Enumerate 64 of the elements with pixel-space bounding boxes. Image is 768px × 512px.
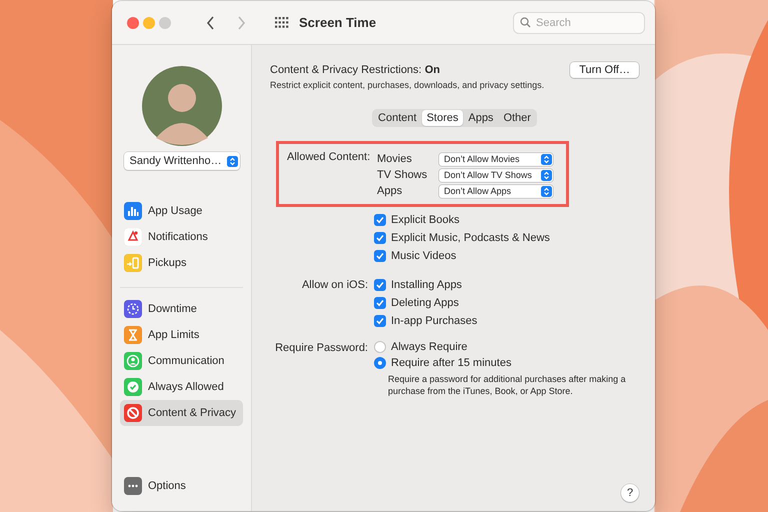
bar-chart-icon — [124, 202, 142, 220]
tab[interactable]: Other — [498, 110, 536, 126]
stepper-icon — [541, 154, 552, 164]
checkbox[interactable] — [374, 315, 386, 327]
checkbox[interactable] — [374, 214, 386, 226]
sidebar-item[interactable]: Options — [120, 473, 243, 499]
popup-menu[interactable]: Don’t Allow TV Shows — [439, 168, 553, 182]
sidebar-item[interactable]: App Usage — [120, 198, 243, 224]
sidebar-item[interactable]: Pickups — [120, 250, 243, 276]
stepper-icon — [541, 186, 552, 196]
sidebar-item[interactable]: App Limits — [120, 322, 243, 348]
chevron-right-icon — [236, 16, 246, 30]
sidebar-item[interactable]: Notifications — [120, 224, 243, 250]
grid-icon[interactable] — [275, 16, 289, 28]
bell-icon — [124, 228, 142, 246]
chevron-left-icon — [206, 16, 216, 30]
popup-menu[interactable]: Don’t Allow Movies — [439, 152, 553, 166]
phone-arrow-icon — [124, 254, 142, 272]
checkbox[interactable] — [374, 297, 386, 309]
radio-button[interactable] — [374, 341, 386, 353]
help-text: Require a password for additional purchases after making a purchase from the iTunes, Book, or App Store. — [387, 373, 627, 397]
close-button[interactable] — [127, 16, 139, 28]
hourglass-icon — [124, 326, 142, 344]
prohibited-icon — [124, 404, 142, 422]
tab[interactable]: Stores — [422, 110, 464, 126]
sidebar-item[interactable]: Downtime — [120, 296, 243, 322]
checkbox-label: Explicit Music, Podcasts & News — [391, 232, 550, 244]
field-label: Allow on iOS: — [300, 278, 368, 293]
person-icon — [124, 352, 142, 370]
checkbox-label: Deleting Apps — [391, 297, 459, 309]
user-popup[interactable]: Sandy Writtenho… — [124, 152, 240, 170]
field-label: Apps — [377, 184, 404, 199]
field-label: TV Shows — [377, 168, 428, 183]
field-label: Require Password: — [274, 341, 368, 356]
radio-label: Require after 15 minutes — [391, 357, 512, 369]
checkbox-label: Explicit Books — [391, 214, 460, 226]
checkmark-icon — [124, 378, 142, 396]
window-title: Screen Time — [299, 15, 376, 30]
tab[interactable]: Content — [373, 110, 422, 126]
checkbox[interactable] — [374, 279, 386, 291]
turn-off-button[interactable]: Turn Off… — [570, 62, 639, 78]
description: Restrict explicit content, purchases, downloads, and privacy settings. — [270, 80, 544, 90]
search-icon — [520, 17, 531, 28]
popup-menu[interactable]: Don’t Allow Apps — [439, 184, 553, 198]
sidebar-item[interactable]: Content & Privacy — [120, 400, 243, 426]
tab[interactable]: Apps — [463, 110, 498, 126]
clock-icon — [124, 300, 142, 318]
stepper-icon — [226, 156, 238, 166]
stepper-icon — [541, 170, 552, 180]
checkbox[interactable] — [374, 250, 386, 262]
sidebar-item[interactable]: Communication — [120, 348, 243, 374]
checkbox-label: Music Videos — [391, 250, 456, 262]
checkbox-label: In-app Purchases — [391, 315, 478, 327]
search-field[interactable]: Search — [513, 12, 645, 34]
radio-label: Always Require — [391, 341, 468, 353]
restrictions-status: Content & Privacy Restrictions: On — [270, 64, 441, 76]
checkbox-label: Installing Apps — [391, 279, 462, 291]
help-button[interactable]: ? — [621, 484, 639, 502]
radio-button[interactable] — [374, 357, 386, 369]
field-label: Movies — [377, 152, 413, 167]
ellipsis-icon — [124, 477, 142, 495]
field-label: Allowed Content: — [287, 151, 371, 163]
checkbox[interactable] — [374, 232, 386, 244]
sidebar-item[interactable]: Always Allowed — [120, 374, 243, 400]
